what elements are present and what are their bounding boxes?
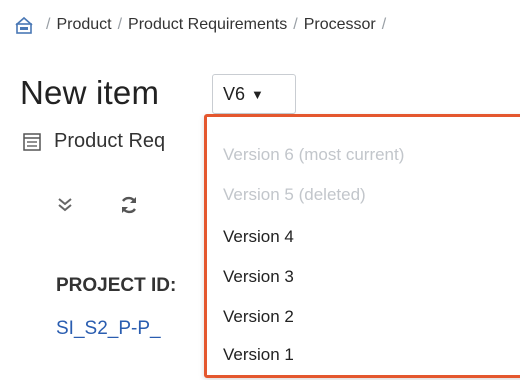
version-select[interactable]: V6 ▼ — [212, 74, 296, 114]
double-chevron-down-icon[interactable] — [52, 192, 78, 218]
version-select-value: V6 — [223, 83, 246, 104]
breadcrumb-item-product-requirements[interactable]: Product Requirements — [128, 16, 287, 34]
item-type-label: Product Req — [22, 130, 165, 153]
breadcrumb-item-processor[interactable]: Processor — [304, 16, 376, 34]
breadcrumb-separator: / — [293, 16, 298, 33]
project-id-link[interactable]: SI_S2_P-P_ — [56, 318, 161, 340]
menu-item-version-4[interactable]: Version 4 — [223, 227, 294, 247]
menu-item-version-1[interactable]: Version 1 — [223, 345, 294, 365]
breadcrumb-separator: / — [46, 16, 51, 33]
breadcrumb-separator: / — [117, 16, 123, 33]
breadcrumb: / Product / Product Requirements / Proce… — [14, 14, 392, 36]
menu-item-version-2[interactable]: Version 2 — [223, 307, 294, 327]
page-title: New item — [20, 74, 160, 111]
breadcrumb-item-product[interactable]: Product — [56, 16, 111, 34]
menu-item-version-3[interactable]: Version 3 — [223, 267, 294, 287]
menu-item-version-6: Version 6 (most current) — [223, 145, 405, 164]
version-dropdown-menu: Version 6 (most current) Version 5 (dele… — [204, 114, 520, 378]
home-icon[interactable] — [14, 15, 34, 35]
refresh-icon[interactable] — [116, 192, 142, 218]
breadcrumb-separator: / — [381, 16, 387, 33]
caret-down-icon: ▼ — [251, 86, 264, 102]
menu-item-version-5: Version 5 (deleted) — [223, 185, 366, 204]
item-type-text: Product Req — [54, 130, 166, 152]
document-list-icon — [23, 132, 41, 151]
project-id-label: PROJECT ID: — [56, 275, 177, 296]
